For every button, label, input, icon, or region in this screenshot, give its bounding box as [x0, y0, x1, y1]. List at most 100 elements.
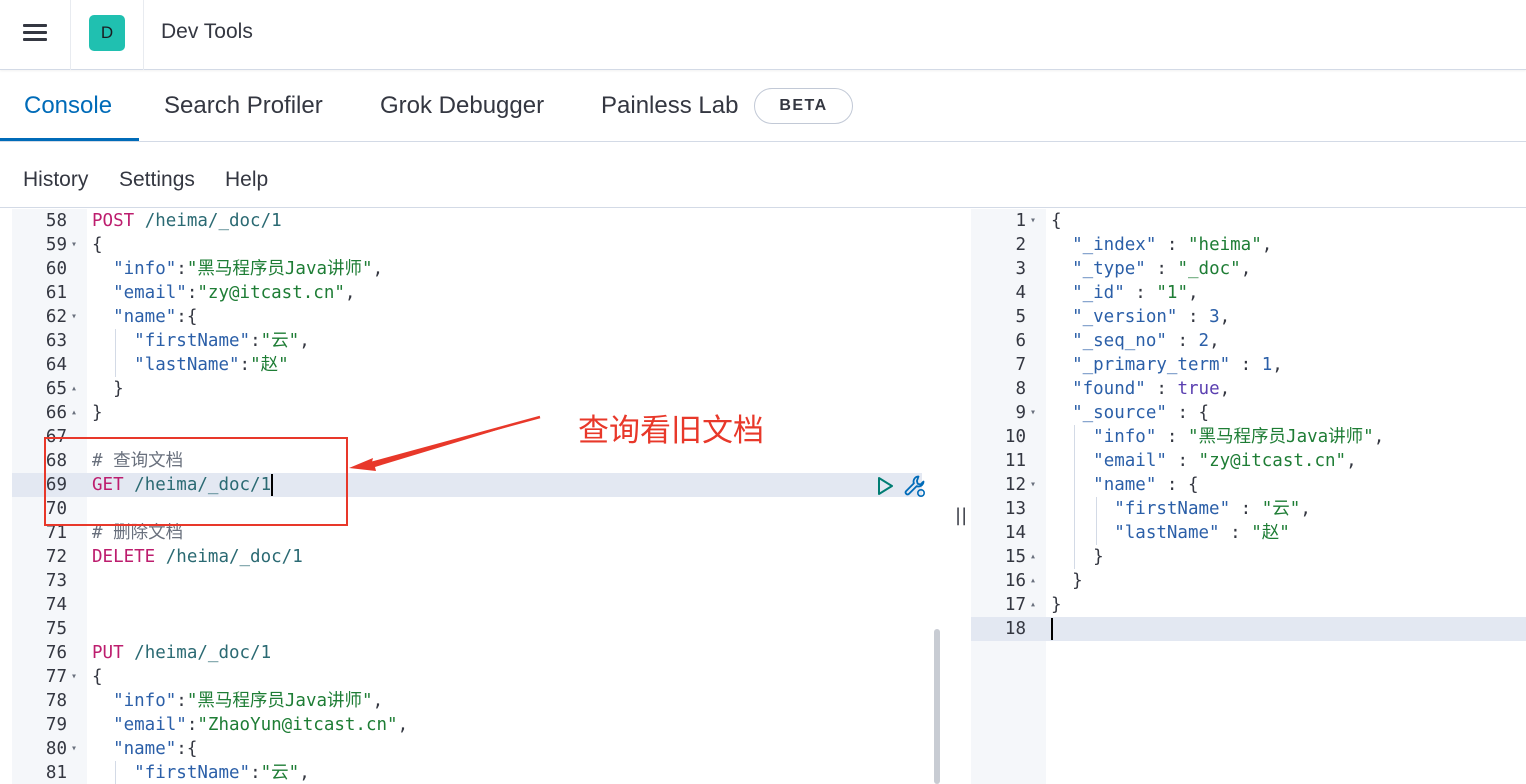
- code-line[interactable]: 17 ▴}: [971, 593, 1526, 617]
- help-link[interactable]: Help: [225, 168, 268, 192]
- line-number: 81: [45, 763, 67, 783]
- line-number: 77: [45, 667, 67, 687]
- code-line[interactable]: 16 ▴ }: [971, 569, 1526, 593]
- fold-collapse-icon[interactable]: ▾: [71, 665, 77, 689]
- response-editor[interactable]: 1 ▾{2 "_index" : "heima", 3 "_type" : "_do…: [971, 209, 1526, 784]
- line-number: 75: [45, 619, 67, 639]
- indent-guide: [115, 761, 116, 784]
- code-line[interactable]: 1 ▾ {: [971, 209, 1526, 233]
- code-line[interactable]: 66 ▴}: [12, 401, 922, 425]
- console-menu: History Settings Help: [0, 142, 1526, 208]
- code-line[interactable]: 77 ▾ {: [12, 665, 922, 689]
- code-line[interactable]: 7 "_primary_term" : 1,: [971, 353, 1526, 377]
- code-text: "_version" : 3,: [1072, 307, 1231, 327]
- code-line[interactable]: 3 "_type" : "_doc",: [971, 257, 1526, 281]
- beta-badge: BETA: [754, 88, 853, 124]
- fold-collapse-icon[interactable]: ▾: [71, 737, 77, 761]
- code-text: "firstName" : "云",: [1114, 499, 1311, 519]
- code-text: DELETE /heima/_doc/1: [92, 547, 303, 567]
- fold-collapse-icon[interactable]: ▾: [71, 305, 77, 329]
- code-text: "name":{: [113, 739, 198, 759]
- fold-collapse-icon[interactable]: ▾: [71, 233, 77, 257]
- code-line[interactable]: 12 ▾ "name" : {: [971, 473, 1526, 497]
- line-number: 3: [1015, 259, 1026, 279]
- drag-handle-icon[interactable]: ||: [955, 505, 967, 526]
- fold-collapse-icon[interactable]: ▾: [1030, 209, 1036, 233]
- fold-collapse-icon[interactable]: ▾: [1030, 401, 1036, 425]
- line-number: 10: [1004, 427, 1026, 447]
- code-text: "lastName" : "赵": [1114, 523, 1290, 543]
- code-line[interactable]: 15 ▴ }: [971, 545, 1526, 569]
- fold-expand-icon[interactable]: ▴: [71, 401, 77, 425]
- code-line[interactable]: 4 "_id" : "1",: [971, 281, 1526, 305]
- space-avatar[interactable]: D: [89, 15, 125, 51]
- code-line[interactable]: 76 PUT /heima/_doc/1: [12, 641, 922, 665]
- code-line[interactable]: 63 "firstName":"云",: [12, 329, 922, 353]
- settings-link[interactable]: Settings: [119, 168, 195, 192]
- code-text: PUT /heima/_doc/1: [92, 643, 272, 663]
- line-number: 64: [45, 355, 67, 375]
- code-text: }: [1051, 571, 1083, 591]
- code-text: "_type" : "_doc",: [1072, 259, 1252, 279]
- tab-painless-lab[interactable]: Painless Lab: [601, 70, 738, 142]
- code-line[interactable]: 79 "email":"ZhaoYun@itcast.cn",: [12, 713, 922, 737]
- code-text: "email":"zy@itcast.cn",: [113, 283, 356, 303]
- code-line[interactable]: 11 "email" : "zy@itcast.cn",: [971, 449, 1526, 473]
- editor-scrollbar[interactable]: [934, 629, 940, 784]
- code-line[interactable]: 13 "firstName" : "云",: [971, 497, 1526, 521]
- line-number: 78: [45, 691, 67, 711]
- code-line[interactable]: 6 "_seq_no" : 2,: [971, 329, 1526, 353]
- code-text: {: [92, 667, 103, 687]
- code-text: "_source" : {: [1072, 403, 1210, 423]
- wrench-icon[interactable]: [902, 473, 928, 499]
- line-number: 61: [45, 283, 67, 303]
- panel-resizer[interactable]: ||: [950, 209, 971, 784]
- code-line[interactable]: 78 "info":"黑马程序员Java讲师",: [12, 689, 922, 713]
- fold-collapse-icon[interactable]: ▾: [1030, 473, 1036, 497]
- code-line[interactable]: 62 ▾ "name":{: [12, 305, 922, 329]
- code-line[interactable]: 60 "info":"黑马程序员Java讲师",: [12, 257, 922, 281]
- play-icon[interactable]: [874, 475, 896, 497]
- line-number: 63: [45, 331, 67, 351]
- line-number: 6: [1015, 331, 1026, 351]
- code-line[interactable]: 65 ▴ }: [12, 377, 922, 401]
- code-line[interactable]: 75: [12, 617, 922, 641]
- fold-expand-icon[interactable]: ▴: [1030, 593, 1036, 617]
- code-line[interactable]: 74: [12, 593, 922, 617]
- code-text: "name":{: [113, 307, 198, 327]
- line-number: 73: [45, 571, 67, 591]
- line-number: 65: [45, 379, 67, 399]
- code-line[interactable]: 14 "lastName" : "赵": [971, 521, 1526, 545]
- code-line[interactable]: 10 "info" : "黑马程序员Java讲师",: [971, 425, 1526, 449]
- code-text: "_id" : "1",: [1072, 283, 1199, 303]
- code-line[interactable]: 8 "found" : true,: [971, 377, 1526, 401]
- code-line[interactable]: 59 ▾ {: [12, 233, 922, 257]
- fold-expand-icon[interactable]: ▴: [1030, 545, 1036, 569]
- line-number: 1: [1015, 211, 1026, 231]
- tab-search-profiler[interactable]: Search Profiler: [164, 70, 323, 142]
- code-line[interactable]: 2 "_index" : "heima",: [971, 233, 1526, 257]
- code-line[interactable]: 72 DELETE /heima/_doc/1: [12, 545, 922, 569]
- code-line[interactable]: 80 ▾ "name":{: [12, 737, 922, 761]
- code-line[interactable]: 9 ▾ "_source" : {: [971, 401, 1526, 425]
- code-line[interactable]: 58 POST /heima/_doc/1: [12, 209, 922, 233]
- code-line[interactable]: 64 "lastName":"赵": [12, 353, 922, 377]
- hamburger-menu-icon[interactable]: [20, 18, 50, 48]
- code-line[interactable]: 5 "_version" : 3,: [971, 305, 1526, 329]
- tab-console[interactable]: Console: [24, 70, 112, 142]
- code-line[interactable]: 18: [971, 617, 1526, 641]
- fold-expand-icon[interactable]: ▴: [1030, 569, 1036, 593]
- line-number: 14: [1004, 523, 1026, 543]
- code-text: "email" : "zy@itcast.cn",: [1093, 451, 1357, 471]
- code-text: POST /heima/_doc/1: [92, 211, 282, 231]
- history-link[interactable]: History: [23, 168, 88, 192]
- fold-expand-icon[interactable]: ▴: [71, 377, 77, 401]
- line-number: 15: [1004, 547, 1026, 567]
- tab-grok-debugger[interactable]: Grok Debugger: [380, 70, 544, 142]
- code-text: }: [1051, 547, 1104, 567]
- active-tab-indicator: [0, 138, 139, 141]
- code-line[interactable]: 73: [12, 569, 922, 593]
- header-divider: [143, 0, 144, 70]
- code-line[interactable]: 81 "firstName":"云",: [12, 761, 922, 784]
- code-line[interactable]: 61 "email":"zy@itcast.cn",: [12, 281, 922, 305]
